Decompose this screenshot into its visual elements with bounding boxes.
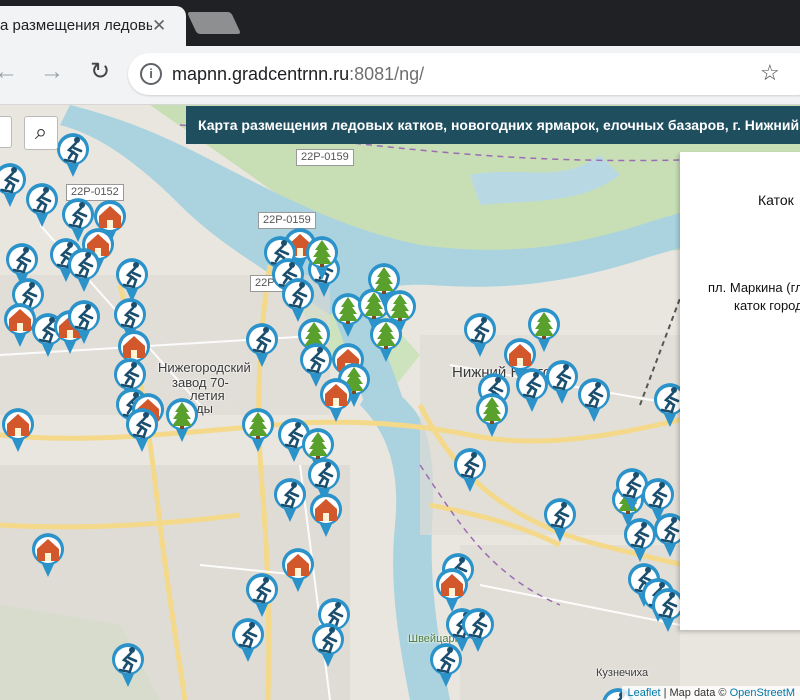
- place-label: Кузнечиха: [596, 667, 649, 679]
- attribution-sep: | Map data ©: [660, 687, 730, 699]
- site-info-icon[interactable]: i: [140, 63, 162, 85]
- map-attribution: Leaflet | Map data © OpenStreetM: [622, 686, 800, 700]
- map-marker[interactable]: [462, 310, 498, 358]
- skating-icon: [464, 313, 496, 357]
- skating-icon: [544, 498, 576, 542]
- bookmark-star-icon[interactable]: ☆: [760, 60, 780, 86]
- browser-toolbar: ← → ↻ i mapnn.gradcentrnn.ru:8081/ng/ ☆: [0, 46, 800, 105]
- address-bar[interactable]: i mapnn.gradcentrnn.ru:8081/ng/ ☆: [128, 53, 800, 95]
- map-marker[interactable]: [164, 395, 200, 443]
- skating-icon: [68, 300, 100, 344]
- map-marker[interactable]: [30, 530, 66, 578]
- leaflet-link[interactable]: Leaflet: [627, 687, 660, 699]
- map-marker[interactable]: [240, 405, 276, 453]
- skating-icon: [246, 573, 278, 617]
- skating-icon: [57, 133, 89, 177]
- map-marker[interactable]: [308, 490, 344, 538]
- url-text: mapnn.gradcentrnn.ru:8081/ng/: [172, 64, 424, 85]
- skating-icon: [68, 248, 100, 292]
- skating-icon: [454, 448, 486, 492]
- fair-house-icon: [320, 378, 352, 422]
- map-marker[interactable]: [110, 640, 146, 688]
- fair-house-icon: [282, 548, 314, 592]
- christmas-tree-icon: [370, 318, 402, 362]
- map-marker[interactable]: [280, 545, 316, 593]
- skating-icon: [246, 323, 278, 367]
- map-marker[interactable]: [244, 570, 280, 618]
- skating-icon: [26, 183, 58, 227]
- christmas-tree-icon: [242, 408, 274, 452]
- skating-icon: [112, 643, 144, 687]
- search-button[interactable]: ⌕: [24, 116, 58, 150]
- reload-icon[interactable]: ↻: [90, 60, 110, 84]
- tab-close-icon[interactable]: ✕: [152, 17, 166, 34]
- skating-icon: [232, 618, 264, 662]
- map-marker[interactable]: [244, 320, 280, 368]
- popup-description: каток город: [734, 298, 800, 313]
- tab-title: а размещения ледовых: [0, 17, 152, 34]
- skating-icon: [274, 478, 306, 522]
- skating-icon: [126, 408, 158, 452]
- back-icon[interactable]: ←: [0, 60, 18, 84]
- new-tab-button[interactable]: [186, 12, 242, 34]
- christmas-tree-icon: [476, 393, 508, 437]
- map-marker[interactable]: [230, 615, 266, 663]
- map-marker[interactable]: [542, 495, 578, 543]
- skating-icon: [462, 608, 494, 652]
- fair-house-icon: [32, 533, 64, 577]
- fair-house-icon: [1, 408, 34, 452]
- map-marker[interactable]: [428, 640, 464, 688]
- skating-icon: [578, 378, 610, 422]
- tab-active[interactable]: а размещения ледовых ✕: [0, 6, 186, 48]
- map-marker[interactable]: [368, 315, 404, 363]
- map-marker[interactable]: [124, 405, 160, 453]
- osm-link[interactable]: OpenStreetM: [730, 687, 795, 699]
- fair-house-icon: [310, 493, 342, 537]
- skating-icon: [430, 643, 462, 687]
- popup-title: Каток: [758, 192, 794, 208]
- info-popup-panel: Каток пл. Маркина (гл каток город: [680, 152, 800, 630]
- map-marker[interactable]: [310, 620, 346, 668]
- christmas-tree-icon: [306, 236, 338, 280]
- map-marker[interactable]: [66, 297, 102, 345]
- map-marker[interactable]: [304, 233, 340, 281]
- map-marker[interactable]: [0, 405, 36, 453]
- map-marker[interactable]: [544, 357, 580, 405]
- skating-icon: [312, 623, 344, 667]
- browser-tabstrip: а размещения ледовых ✕: [0, 0, 800, 48]
- road-label: 22P-0159: [296, 149, 354, 166]
- popup-address: пл. Маркина (гл: [708, 280, 800, 295]
- skating-icon: [546, 360, 578, 404]
- map-marker[interactable]: [272, 475, 308, 523]
- url-host: mapnn.gradcentrnn.ru: [172, 64, 350, 84]
- map-marker[interactable]: [460, 605, 496, 653]
- zoom-control[interactable]: [0, 116, 12, 148]
- search-icon: ⌕: [34, 119, 48, 144]
- map-marker[interactable]: [318, 375, 354, 423]
- map-marker[interactable]: [66, 245, 102, 293]
- map-marker[interactable]: [24, 180, 60, 228]
- forward-icon[interactable]: →: [40, 60, 64, 84]
- map-marker[interactable]: [452, 445, 488, 493]
- url-rest: :8081/ng/: [349, 64, 425, 84]
- place-label: Нижегородский: [158, 360, 251, 375]
- map-marker[interactable]: [474, 390, 510, 438]
- map-marker[interactable]: [55, 130, 91, 178]
- map-canvas[interactable]: 22P-0159 22P-0152 22P-0159 22P-015 Нижег…: [0, 105, 800, 700]
- map-marker[interactable]: [576, 375, 612, 423]
- christmas-tree-icon: [166, 398, 198, 442]
- map-title-banner: Карта размещения ледовых катков, новогод…: [186, 106, 800, 144]
